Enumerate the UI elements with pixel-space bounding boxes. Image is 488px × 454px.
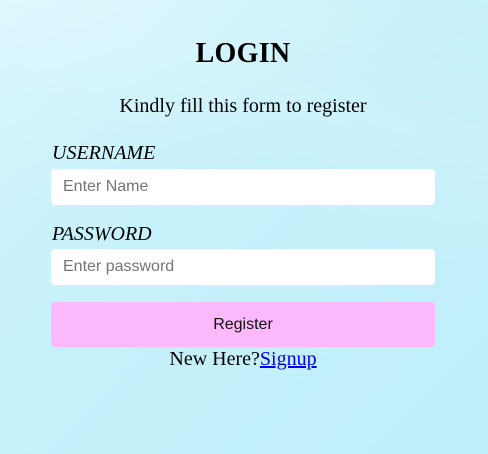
signup-line: New Here?Signup — [51, 348, 435, 371]
page-title: LOGIN — [195, 38, 291, 69]
password-label: PASSWORD — [52, 223, 152, 245]
signup-prompt: New Here? — [169, 348, 260, 370]
register-button[interactable]: Register — [51, 302, 435, 347]
page-subtitle: Kindly fill this form to register — [119, 95, 367, 117]
username-label: USERNAME — [52, 142, 156, 164]
username-input[interactable] — [51, 169, 435, 205]
signup-link[interactable]: Signup — [260, 348, 317, 370]
password-input[interactable] — [51, 249, 435, 285]
